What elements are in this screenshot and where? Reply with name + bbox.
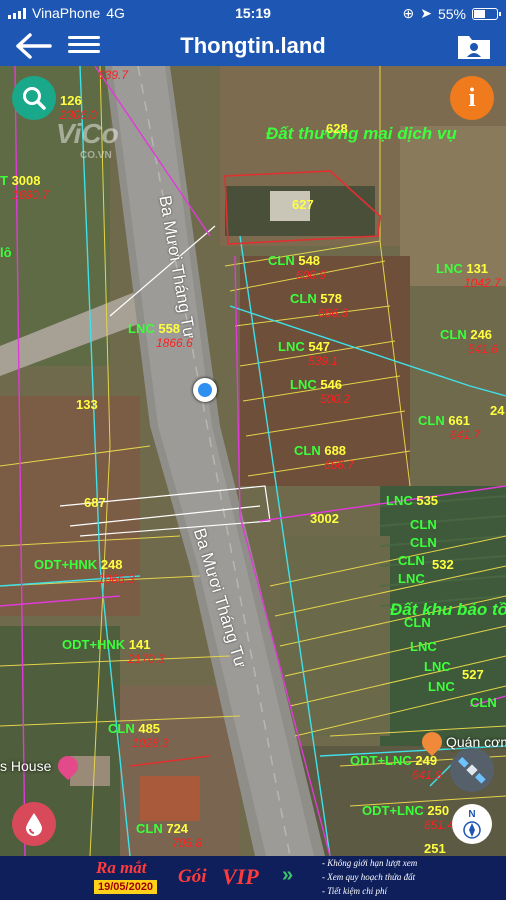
- banner-feature: - Tiết kiệm chi phí: [322, 886, 387, 896]
- contact-folder-icon[interactable]: [456, 31, 492, 61]
- battery-icon: [472, 7, 501, 20]
- parcel-label[interactable]: CLN: [470, 696, 497, 710]
- location-arrow-icon: ➤: [420, 5, 432, 21]
- parcel-label[interactable]: LNC: [410, 640, 437, 654]
- app-title: Thongtin.land: [180, 33, 326, 58]
- parcel-label[interactable]: 687: [84, 496, 106, 510]
- parcel-label[interactable]: 251: [424, 842, 446, 856]
- banner-launch-text: Ra mắt: [96, 858, 147, 877]
- parcel-label[interactable]: 126 2306.0: [60, 94, 97, 123]
- promo-banner[interactable]: Ra mắt 19/05/2020 Gói VIP » - Không giới…: [0, 856, 506, 900]
- water-drop-icon[interactable]: [12, 802, 56, 846]
- banner-package-text: Gói: [178, 866, 207, 887]
- parcel-label[interactable]: CLN: [398, 554, 425, 568]
- parcel-label[interactable]: CLN: [410, 536, 437, 550]
- parcel-label[interactable]: 133: [76, 398, 98, 412]
- parcel-label[interactable]: CLN: [404, 616, 431, 630]
- parcel-label[interactable]: CLN 688 666.7: [294, 444, 354, 473]
- parcel-label[interactable]: LNC 547 539.1: [278, 340, 338, 369]
- parcel-label[interactable]: 24: [490, 404, 504, 418]
- battery-fill: [474, 9, 485, 18]
- parcel-label[interactable]: ODT+LNC 250 651.4: [362, 804, 454, 833]
- parcel-label[interactable]: lô: [0, 246, 12, 260]
- banner-feature: - Xem quy hoạch thửa đất: [322, 872, 416, 882]
- app-header: Thongtin.land: [0, 26, 506, 66]
- banner-vip-text: VIP: [222, 864, 259, 889]
- parcel-label[interactable]: LNC 131 1042.7: [436, 262, 501, 291]
- info-icon[interactable]: i: [450, 76, 494, 120]
- parcel-label[interactable]: LNC 546 500.2: [290, 378, 350, 407]
- map-view[interactable]: ViCo CO.VN Ba Mươi Tháng Tư Ba Mươi Tháng…: [0, 66, 506, 856]
- parcel-label[interactable]: CLN: [410, 518, 437, 532]
- double-chevron-right-icon: »: [282, 864, 294, 886]
- parcel-label[interactable]: CLN 485 1028.3: [108, 722, 169, 751]
- parcel-label[interactable]: LNC: [428, 680, 455, 694]
- parcel-label[interactable]: LNC: [398, 572, 425, 586]
- rotation-lock-icon: ⊕: [402, 5, 415, 21]
- parcel-label[interactable]: 627: [292, 198, 314, 212]
- parcel-label[interactable]: T 3008 1690.7: [0, 174, 49, 203]
- parcel-label[interactable]: LNC: [424, 660, 451, 674]
- parcel-label[interactable]: ODT+HNK 248 1066.3: [34, 558, 135, 587]
- satellite-icon[interactable]: [450, 748, 494, 792]
- search-icon[interactable]: [12, 76, 56, 120]
- parcel-label[interactable]: 527: [462, 668, 484, 682]
- parcel-label[interactable]: 532: [432, 558, 454, 572]
- parcel-label[interactable]: CLN 246 541.6: [440, 328, 498, 357]
- parcel-label[interactable]: 3002: [310, 512, 339, 526]
- parcel-label[interactable]: 628: [326, 122, 348, 136]
- watermark: ViCo CO.VN: [56, 118, 119, 161]
- parcel-label[interactable]: 639.7: [98, 68, 128, 82]
- parcel-label[interactable]: CLN 578 666.3: [290, 292, 348, 321]
- parcel-label[interactable]: ODT+HNK 141 2170.3: [62, 638, 165, 667]
- parcel-label[interactable]: ODT+LNC 249 641.9: [350, 754, 442, 783]
- parcel-label[interactable]: CLN 661 641.7: [418, 414, 480, 443]
- compass-icon[interactable]: N: [452, 804, 492, 844]
- parcel-label[interactable]: LNC 535: [386, 494, 438, 508]
- parcel-label[interactable]: CLN 724 705.8: [136, 822, 202, 851]
- place-label[interactable]: s House: [0, 758, 51, 774]
- banner-feature: - Không giới hạn lượt xem: [322, 858, 418, 868]
- current-location-marker: [193, 378, 217, 402]
- zone-label: Đất thương mại dịch vụ: [266, 124, 457, 143]
- parcel-label[interactable]: LNC 558 1866.6: [128, 322, 193, 351]
- banner-date: 19/05/2020: [94, 880, 158, 894]
- status-bar: VinaPhone 4G 15:19 ⊕ ➤ 55%: [0, 0, 506, 26]
- battery-percent: 55%: [437, 5, 466, 22]
- parcel-label[interactable]: CLN 548 600.9: [268, 254, 326, 283]
